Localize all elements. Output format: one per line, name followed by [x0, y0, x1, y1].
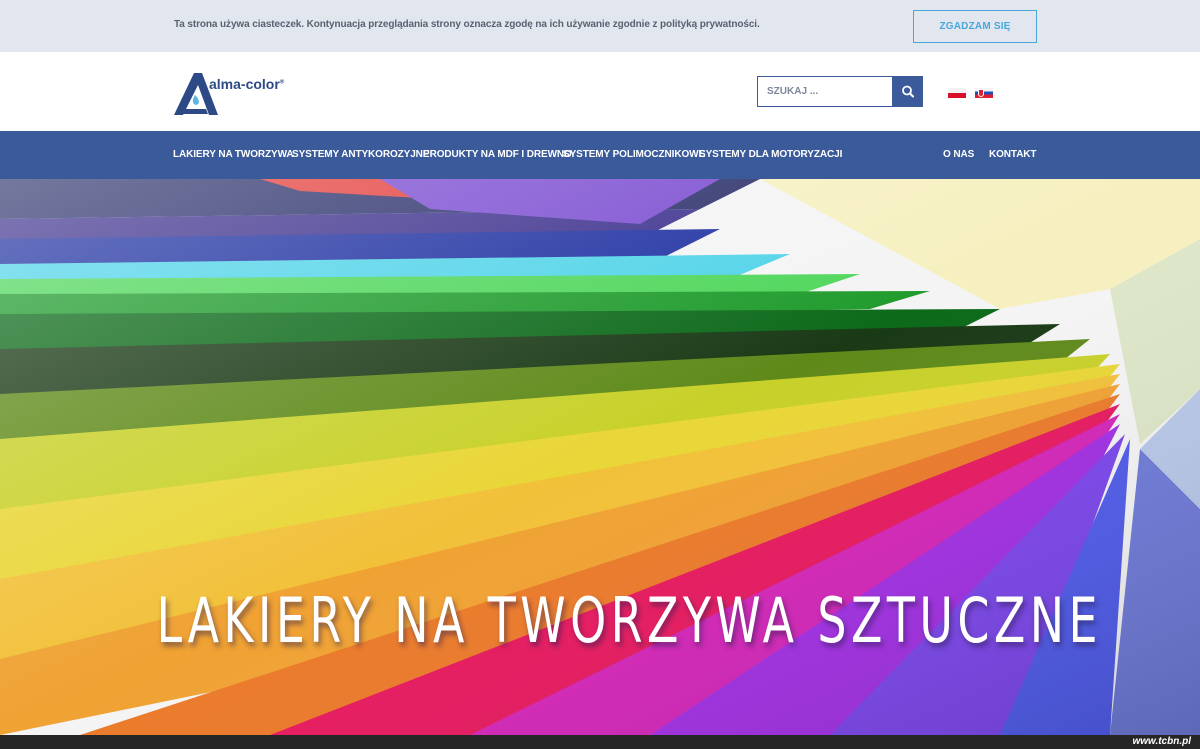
nav-item-systemy-polimocznikowe[interactable]: SYSTEMY POLIMOCZNIKOWE	[563, 149, 705, 160]
logo-text: alma-color®	[209, 76, 285, 92]
flag-pl-icon[interactable]	[948, 88, 966, 98]
main-navigation: LAKIERY NA TWORZYWA SYSTEMY ANTYKOROZYJN…	[0, 131, 1200, 179]
slovak-crest-icon	[978, 89, 984, 97]
hero-banner: LAKIERY NA TWORZYWA SZTUCZNE	[0, 179, 1200, 735]
hero-title: LAKIERY NA TWORZYWA SZTUCZNE	[156, 584, 1102, 657]
cookie-notice-text: Ta strona używa ciasteczek. Kontynuacja …	[174, 19, 760, 30]
nav-item-produkty-mdf-drewno[interactable]: PRODUKTY NA MDF I DREWNO	[423, 149, 572, 160]
accept-cookies-button[interactable]: ZGADZAM SIĘ	[913, 10, 1037, 43]
nav-item-systemy-dla-motoryzacji[interactable]: SYSTEMY DLA MOTORYZACJI	[699, 149, 842, 160]
nav-item-systemy-antykorozyjne[interactable]: SYSTEMY ANTYKOROZYJNE	[292, 149, 429, 160]
footer-strip: www.tcbn.pl	[0, 735, 1200, 749]
registered-mark: ®	[279, 79, 285, 86]
nav-item-kontakt[interactable]: KONTAKT	[989, 149, 1037, 160]
watermark-text: www.tcbn.pl	[1132, 736, 1191, 747]
nav-item-o-nas[interactable]: O NAS	[943, 149, 974, 160]
flag-sk-icon[interactable]	[975, 88, 993, 98]
nav-item-lakiery-na-tworzywa[interactable]: LAKIERY NA TWORZYWA	[173, 149, 294, 160]
search-input[interactable]	[757, 76, 893, 107]
cookie-bar: Ta strona używa ciasteczek. Kontynuacja …	[0, 0, 1200, 52]
search-button[interactable]	[893, 76, 923, 107]
search-icon	[902, 85, 914, 98]
logo[interactable]: alma-color®	[172, 69, 292, 117]
site-header: alma-color®	[0, 52, 1200, 131]
